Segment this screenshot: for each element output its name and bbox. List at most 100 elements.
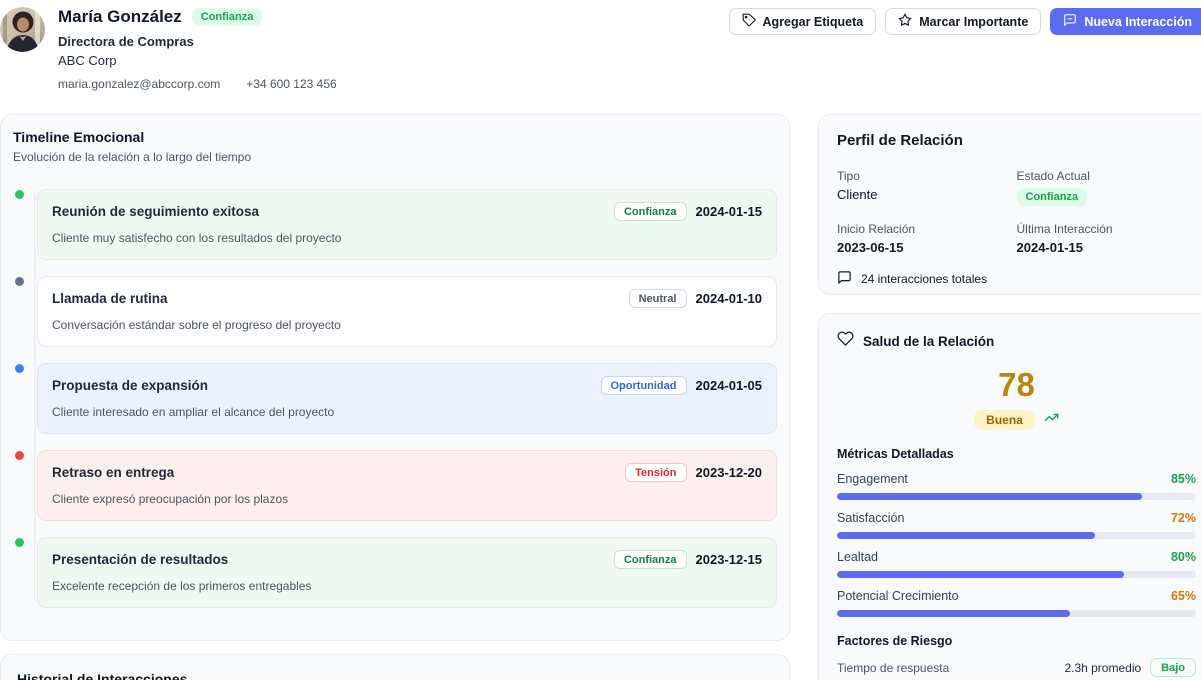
field-label: Tipo [837,169,1017,183]
timeline-event-card[interactable]: Propuesta de expansión Oportunidad 2024-… [37,363,777,434]
mark-important-button[interactable]: Marcar Importante [885,8,1041,35]
field-label: Inicio Relación [837,222,1017,236]
risk-level-badge: Bajo [1150,658,1196,677]
message-icon [1063,13,1077,30]
health-score-badge: Buena [974,410,1035,430]
event-date: 2024-01-15 [696,204,763,219]
progress-bar [837,571,1196,578]
event-description: Cliente expresó preocupación por los pla… [52,492,762,506]
add-tag-button[interactable]: Agregar Etiqueta [729,8,877,35]
emotion-badge: Oportunidad [601,376,687,395]
timeline-dot-blue [15,364,24,373]
metric-engagement: Engagement 85% [837,472,1196,500]
risks-title: Factores de Riesgo [837,634,1196,648]
health-score: 78 [837,368,1196,401]
field-value: 2023-06-15 [837,240,1017,255]
health-score-block: 78 Buena [837,368,1196,430]
field-value: 2024-01-15 [1017,240,1197,255]
metric-label: Lealtad [837,550,878,564]
event-date: 2023-12-15 [696,552,763,567]
event-description: Cliente interesado en ampliar el alcance… [52,405,762,419]
contact-company: ABC Corp [58,53,337,68]
history-title: Historial de Interacciones [17,671,773,680]
emotion-badge: Confianza [614,202,687,221]
timeline-item: Presentación de resultados Confianza 202… [13,537,777,608]
metric-label: Potencial Crecimiento [837,589,959,603]
event-title: Presentación de resultados [52,552,228,567]
contact-job-title: Directora de Compras [58,34,337,49]
timeline-event-card[interactable]: Presentación de resultados Confianza 202… [37,537,777,608]
emotion-badge: Tensión [625,463,686,482]
event-date: 2024-01-05 [696,378,763,393]
profile-field-start: Inicio Relación 2023-06-15 [837,222,1017,255]
emotion-badge: Confianza [614,550,687,569]
event-date: 2024-01-10 [696,291,763,306]
add-tag-label: Agregar Etiqueta [763,15,864,29]
profile-field-type: Tipo Cliente [837,169,1017,205]
metric-label: Engagement [837,472,908,486]
new-interaction-button[interactable]: Nueva Interacción [1050,8,1201,35]
avatar [0,7,45,52]
chat-icon [837,270,852,288]
metric-label: Satisfacción [837,511,904,525]
timeline-event-card[interactable]: Retraso en entrega Tensión 2023-12-20 Cl… [37,450,777,521]
timeline-dot-gray [15,277,24,286]
progress-bar [837,610,1196,617]
tag-icon [742,13,756,30]
field-label: Última Interacción [1017,222,1197,236]
relationship-health-card: Salud de la Relación 78 Buena Métricas D… [818,313,1201,680]
total-interactions: 24 interacciones totales [837,270,1196,288]
timeline-event-card[interactable]: Llamada de rutina Neutral 2024-01-10 Con… [37,276,777,347]
event-description: Excelente recepción de los primeros entr… [52,579,762,593]
contact-email: maria.gonzalez@abccorp.com [58,77,220,91]
event-title: Propuesta de expansión [52,378,208,393]
mark-important-label: Marcar Importante [919,15,1028,29]
timeline-event-card[interactable]: Reunión de seguimiento exitosa Confianza… [37,189,777,260]
relationship-profile-card: Perfil de Relación Tipo Cliente Estado A… [818,114,1201,295]
risk-label: Tiempo de respuesta [837,661,949,675]
field-value: Cliente [837,187,1017,202]
contact-info: María González Confianza Directora de Co… [58,7,337,91]
timeline-dot-green [15,190,24,199]
timeline-list: Reunión de seguimiento exitosa Confianza… [13,189,777,608]
event-title: Llamada de rutina [52,291,168,306]
metrics-title: Métricas Detalladas [837,447,1196,461]
event-description: Conversación estándar sobre el progreso … [52,318,762,332]
event-title: Reunión de seguimiento exitosa [52,204,259,219]
metric-value: 80% [1171,550,1196,564]
heart-icon [837,330,854,352]
contact-header: María González Confianza Directora de Co… [0,7,1201,91]
progress-bar [837,493,1196,500]
event-description: Cliente muy satisfecho con los resultado… [52,231,762,245]
metric-value: 72% [1171,511,1196,525]
star-icon [898,13,912,30]
risk-row: Tiempo de respuesta 2.3h promedio Bajo [837,658,1196,677]
event-title: Retraso en entrega [52,465,174,480]
timeline-item: Reunión de seguimiento exitosa Confianza… [13,189,777,260]
total-interactions-label: 24 interacciones totales [861,272,987,286]
timeline-item: Llamada de rutina Neutral 2024-01-10 Con… [13,276,777,347]
contact-detail-page: María González Confianza Directora de Co… [0,0,1201,680]
new-interaction-label: Nueva Interacción [1084,15,1192,29]
interaction-history-card: Historial de Interacciones [0,654,790,680]
contact-status-badge: Confianza [192,8,263,26]
contact-phone: +34 600 123 456 [246,77,336,91]
metric-potencial-crecimiento: Potencial Crecimiento 65% [837,589,1196,617]
timeline-title: Timeline Emocional [13,129,777,145]
timeline-item: Retraso en entrega Tensión 2023-12-20 Cl… [13,450,777,521]
header-actions: Agregar Etiqueta Marcar Importante Nueva… [729,7,1201,35]
profile-title: Perfil de Relación [837,132,1196,149]
contact-name: María González [58,7,182,27]
timeline-dot-red [15,451,24,460]
status-badge: Confianza [1017,188,1088,206]
metric-value: 65% [1171,589,1196,603]
field-label: Estado Actual [1017,169,1197,183]
event-date: 2023-12-20 [696,465,763,480]
emotional-timeline-card: Timeline Emocional Evolución de la relac… [0,114,790,641]
metric-value: 85% [1171,472,1196,486]
risk-value: 2.3h promedio [1064,661,1141,675]
progress-bar [837,532,1196,539]
metric-lealtad: Lealtad 80% [837,550,1196,578]
trending-up-icon [1044,410,1059,430]
timeline-subtitle: Evolución de la relación a lo largo del … [13,150,777,164]
